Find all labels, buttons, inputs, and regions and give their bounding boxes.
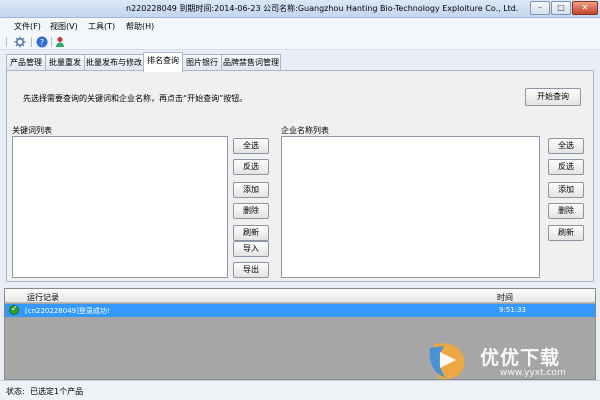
company-delete-button[interactable]: 删除 [548, 203, 584, 219]
company-list[interactable] [281, 136, 540, 278]
watermark-text: 优优下载 [480, 347, 561, 369]
user-icon[interactable] [55, 36, 67, 48]
keyword-refresh-button[interactable]: 刷新 [233, 225, 269, 241]
keyword-delete-button[interactable]: 删除 [233, 203, 269, 219]
tab-batch-republish[interactable]: 批量重发 [45, 54, 85, 71]
start-query-button[interactable]: 开始查询 [525, 88, 581, 106]
company-invert-selection-button[interactable]: 反选 [548, 159, 584, 175]
keyword-add-button[interactable]: 添加 [233, 182, 269, 198]
company-select-all-button[interactable]: 全选 [548, 138, 584, 154]
instruction-text: 先选择需要查询的关键词和企业名称，再点击“开始查询”按钮。 [23, 94, 248, 103]
keyword-import-button[interactable]: 导入 [233, 241, 269, 257]
toolbar-separator [6, 37, 7, 47]
title-bar: n220228049 到期时间:2014-06-23 公司名称:Guangzho… [0, 0, 600, 18]
svg-text:?: ? [40, 38, 44, 47]
watermark-url: www.yyxt.com [500, 368, 566, 378]
close-button[interactable]: ✕ [572, 1, 598, 15]
log-message: [cn220228049]登录成功! [25, 307, 110, 315]
log-row[interactable]: [cn220228049]登录成功! 9:51:33 [5, 304, 595, 317]
menu-help[interactable]: 帮助(H) [126, 21, 154, 32]
menu-view[interactable]: 视图(V) [50, 21, 78, 32]
maximize-button[interactable]: □ [551, 1, 571, 15]
tab-image-bank[interactable]: 图片银行 [182, 54, 222, 71]
keyword-select-all-button[interactable]: 全选 [233, 138, 269, 154]
settings-icon[interactable] [14, 36, 26, 48]
keyword-list[interactable] [12, 136, 228, 278]
menu-tools[interactable]: 工具(T) [88, 21, 115, 32]
log-header: 运行记录 时间 [5, 289, 595, 303]
keyword-export-button[interactable]: 导出 [233, 262, 269, 278]
success-icon [9, 304, 19, 315]
keyword-list-label: 关键词列表 [12, 126, 52, 135]
tab-product-management[interactable]: 产品管理 [6, 54, 46, 71]
company-add-button[interactable]: 添加 [548, 182, 584, 198]
status-value: 已选定1个产品 [30, 387, 84, 396]
tab-batch-publish-edit[interactable]: 批量发布与修改 [84, 54, 144, 71]
toolbar: ? [0, 34, 600, 50]
window-title: n220228049 到期时间:2014-06-23 公司名称:Guangzho… [126, 4, 519, 13]
tab-ranking-query[interactable]: 排名查询 [143, 52, 183, 72]
menu-file[interactable]: 文件(F) [14, 21, 41, 32]
keyword-invert-selection-button[interactable]: 反选 [233, 159, 269, 175]
log-column-record: 运行记录 [27, 293, 59, 302]
ranking-query-panel: 先选择需要查询的关键词和企业名称，再点击“开始查询”按钮。 开始查询 关键词列表… [6, 70, 594, 282]
status-label: 状态: [6, 387, 25, 396]
watermark-logo [429, 343, 465, 380]
toolbar-separator [51, 37, 52, 47]
tab-brand-banned-words[interactable]: 品牌禁售词管理 [221, 54, 281, 71]
help-icon[interactable]: ? [36, 36, 48, 48]
company-list-label: 企业名称列表 [281, 126, 329, 135]
toolbar-separator [31, 37, 32, 47]
status-bar: 状态: 已选定1个产品 [0, 380, 600, 400]
minimize-button[interactable]: – [530, 1, 550, 15]
log-column-time: 时间 [497, 293, 513, 302]
log-time: 9:51:33 [499, 306, 526, 314]
company-refresh-button[interactable]: 刷新 [548, 225, 584, 241]
menu-bar: 文件(F) 视图(V) 工具(T) 帮助(H) [0, 18, 600, 34]
